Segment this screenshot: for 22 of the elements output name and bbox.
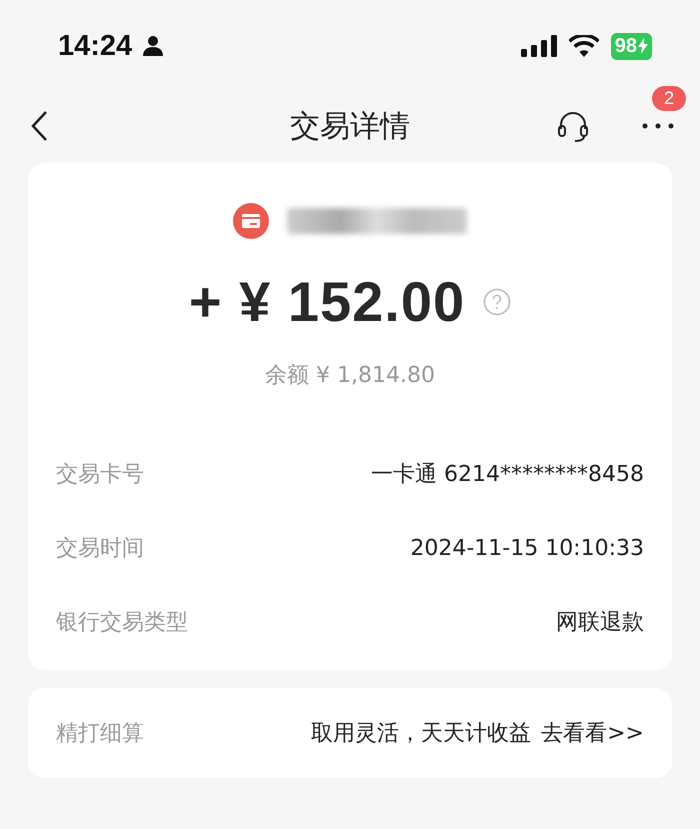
balance-text: 余额 ¥ 1,814.80 [264, 362, 436, 390]
promo-label: 精打细算 [56, 720, 144, 748]
detail-label: 交易时间 [56, 536, 144, 562]
card-icon [233, 203, 269, 239]
signal-icon [520, 35, 557, 57]
detail-label: 交易卡号 [56, 462, 144, 488]
notification-badge: 2 [652, 86, 686, 111]
detail-value: 2024-11-15 10:10:33 [410, 536, 644, 562]
page-title: 交易详情 [290, 108, 410, 144]
more-icon[interactable] [642, 123, 674, 129]
detail-label: 银行交易类型 [56, 610, 188, 636]
headset-icon[interactable] [556, 109, 590, 143]
person-icon [142, 35, 164, 57]
amount: + ¥ 152.00 [188, 269, 466, 334]
battery-indicator: 98 [610, 32, 652, 60]
wifi-icon [568, 35, 599, 57]
promo-text: 取用灵活，天天计收益 [311, 720, 532, 748]
status-time: 14:24 [58, 30, 132, 62]
promo-link[interactable]: 去看看>> [541, 718, 644, 748]
detail-value: 一卡通 6214********8458 [371, 462, 644, 488]
detail-value: 网联退款 [556, 610, 644, 636]
back-icon[interactable] [30, 110, 48, 142]
